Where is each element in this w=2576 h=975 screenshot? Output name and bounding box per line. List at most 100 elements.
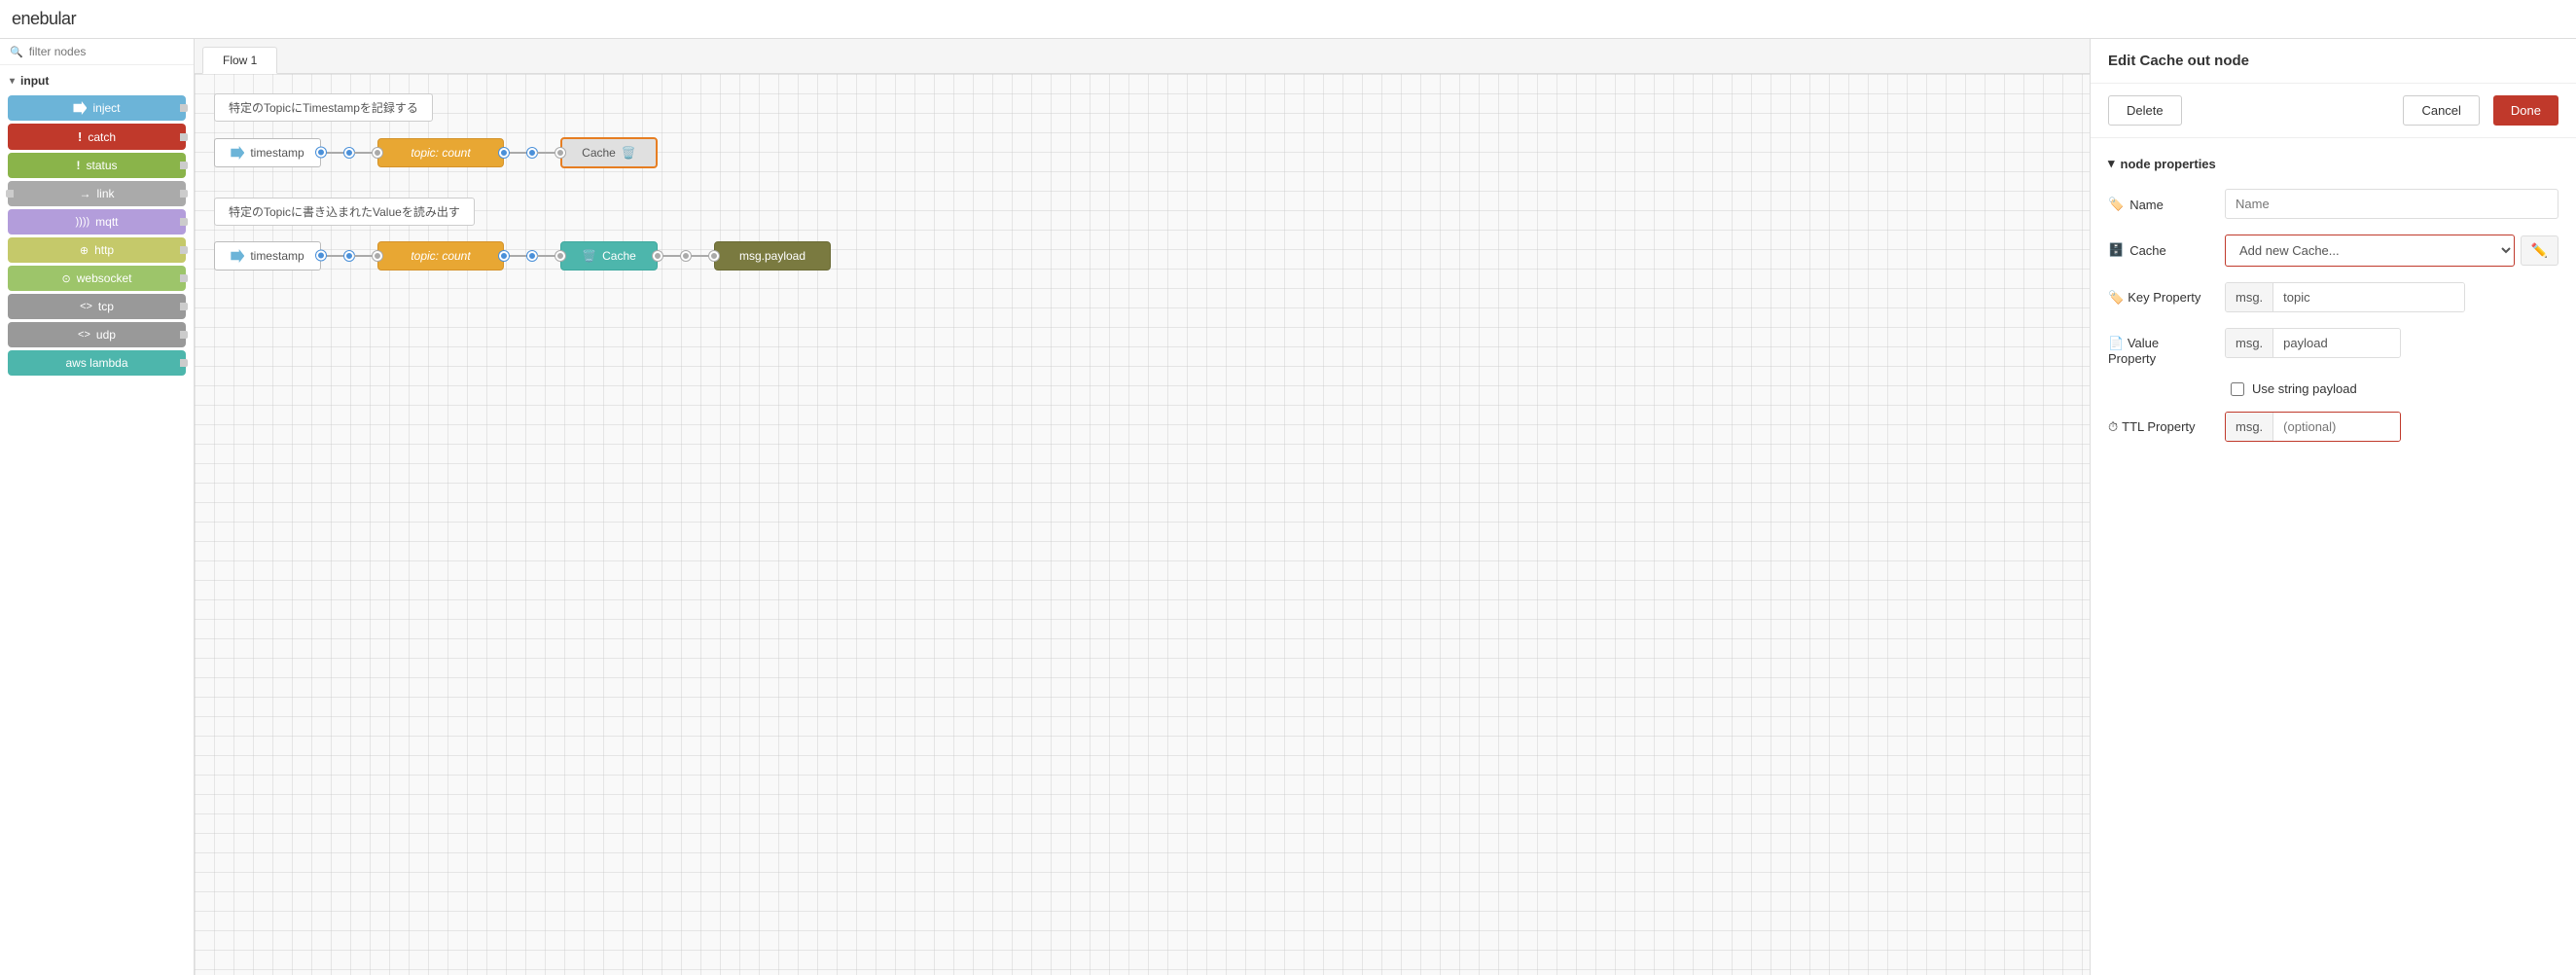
flow2-timestamp-right-port	[316, 249, 326, 264]
done-button[interactable]: Done	[2493, 95, 2558, 126]
props-section-header: ▾ node properties	[2108, 156, 2558, 171]
awslambda-right-port	[180, 359, 188, 367]
cache-left-port	[555, 148, 565, 158]
search-icon: 🔍	[10, 46, 23, 58]
flow1-conn2	[504, 148, 560, 158]
flow1-func-node[interactable]: topic: count	[377, 138, 504, 167]
flow1-cache-label: Cache	[582, 146, 616, 160]
props-section-label: node properties	[2121, 157, 2216, 171]
flow2-func-node[interactable]: topic: count	[377, 241, 504, 271]
top-bar: enebular	[0, 0, 2576, 39]
func-right-port	[499, 148, 509, 158]
string-payload-checkbox[interactable]	[2231, 382, 2244, 396]
cache-row: Add new Cache... ✏️	[2225, 235, 2558, 267]
cancel-button[interactable]: Cancel	[2403, 95, 2479, 126]
flow2-conn3	[658, 251, 714, 261]
awslambda-node-label: aws lambda	[8, 350, 186, 376]
flow2-msg-wrap: msg.payload	[714, 241, 831, 271]
tcp-node-label: <> tcp	[8, 294, 186, 319]
tcp-right-port	[180, 303, 188, 310]
flow1-timestamp-right-port	[316, 146, 326, 161]
delete-button[interactable]: Delete	[2108, 95, 2182, 126]
sidebar-item-http[interactable]: ⊕ http	[8, 237, 186, 263]
flow1-label: 特定のTopicにTimestampを記録する	[214, 93, 433, 122]
flow1-timestamp-wrap: timestamp	[214, 138, 321, 167]
cache-select[interactable]: Add new Cache...	[2225, 235, 2515, 267]
value-prop-row: 📄 Value Property msg.	[2108, 328, 2558, 366]
sidebar-item-catch[interactable]: ! catch	[8, 124, 186, 150]
conn-dot	[344, 148, 354, 158]
sidebar-item-awslambda[interactable]: aws lambda	[8, 350, 186, 376]
sidebar-item-status[interactable]: ! status	[8, 153, 186, 178]
value-input-group: msg.	[2225, 328, 2401, 358]
canvas-area: Flow 1 特定のTopicにTimestampを記録する timestamp	[195, 39, 2090, 975]
mqtt-node-label: )))) mqtt	[8, 209, 186, 235]
node-properties: ▾ node properties 🏷️ Name 🗄️ Cache	[2091, 138, 2576, 475]
cache-trash-icon: 🗑️	[622, 146, 636, 160]
main-layout: 🔍 ▾ input inject ! catch	[0, 39, 2576, 975]
app-logo: enebular	[12, 9, 76, 29]
conn-dot2	[527, 148, 537, 158]
name-input[interactable]	[2225, 189, 2558, 219]
cache-prop-row: 🗄️ Cache Add new Cache... ✏️	[2108, 235, 2558, 267]
cache-label: 🗄️ Cache	[2108, 235, 2225, 258]
section-header-input[interactable]: ▾ input	[0, 69, 194, 92]
ttl-prop-label: ⏱ TTL Property	[2108, 419, 2225, 435]
section-title: input	[20, 74, 49, 88]
inject-node-label: inject	[8, 95, 186, 121]
sidebar-item-link[interactable]: → link	[8, 181, 186, 206]
flow2-timestamp-wrap: timestamp	[214, 241, 321, 271]
link-right-port	[180, 190, 188, 198]
flow1-func-wrap: topic: count	[377, 138, 504, 167]
cache2-left-port	[555, 251, 565, 261]
value-prop-label: 📄 Value Property	[2108, 328, 2225, 366]
flow1-cache-wrap: Cache 🗑️	[560, 137, 658, 168]
sidebar-item-tcp[interactable]: <> tcp	[8, 294, 186, 319]
flow1-cache-node[interactable]: Cache 🗑️	[560, 137, 658, 168]
sidebar-item-mqtt[interactable]: )))) mqtt	[8, 209, 186, 235]
flow-section-1: 特定のTopicにTimestampを記録する timestamp	[214, 93, 2070, 168]
flow2-msg-node[interactable]: msg.payload	[714, 241, 831, 271]
port-dot	[316, 148, 326, 158]
flow1-timestamp-label: timestamp	[250, 146, 304, 160]
key-tag-icon: 🏷️	[2108, 290, 2124, 306]
func2-right-port	[499, 251, 509, 261]
canvas[interactable]: 特定のTopicにTimestampを記録する timestamp	[195, 74, 2090, 975]
status-node-label: ! status	[8, 153, 186, 178]
chevron-icon: ▾	[10, 76, 15, 87]
link-left-port	[6, 190, 14, 198]
sidebar-item-websocket[interactable]: ⊙ websocket	[8, 266, 186, 291]
mqtt-right-port	[180, 218, 188, 226]
cache2-right-port	[653, 251, 662, 261]
flow2-cache-node[interactable]: 🗑️ Cache	[560, 241, 658, 271]
filter-nodes-input[interactable]	[29, 45, 184, 58]
right-panel: Edit Cache out node Delete Cancel Done ▾…	[2090, 39, 2576, 975]
cache-edit-button[interactable]: ✏️	[2521, 235, 2558, 266]
sidebar-item-udp[interactable]: <> udp	[8, 322, 186, 347]
func-left-port	[373, 148, 382, 158]
key-prop-label: 🏷️ Key Property	[2108, 290, 2225, 306]
cache-stack-icon: 🗄️	[2108, 242, 2124, 258]
flow2-cache-wrap: 🗑️ Cache	[560, 241, 658, 271]
panel-title: Edit Cache out node	[2091, 39, 2576, 84]
ttl-prop-row: ⏱ TTL Property msg.	[2108, 412, 2558, 442]
timestamp-arrow-icon	[231, 146, 244, 160]
sidebar-item-inject[interactable]: inject	[8, 95, 186, 121]
flow2-label: 特定のTopicに書き込まれたValueを読み出す	[214, 198, 475, 226]
ttl-input-group: msg.	[2225, 412, 2401, 442]
flow2-row: timestamp topi	[214, 241, 2070, 271]
key-field[interactable]	[2273, 283, 2464, 311]
flow1-timestamp-node[interactable]: timestamp	[214, 138, 321, 167]
flow1-conn1	[321, 148, 377, 158]
value-field[interactable]	[2273, 329, 2400, 357]
tab-flow1[interactable]: Flow 1	[202, 47, 277, 74]
flow1-row: timestamp topi	[214, 137, 2070, 168]
flow2-timestamp-node[interactable]: timestamp	[214, 241, 321, 271]
cache2-icon: 🗑️	[582, 249, 596, 263]
port-dot2	[316, 251, 326, 261]
checkbox-row: Use string payload	[2108, 381, 2558, 396]
udp-right-port	[180, 331, 188, 339]
status-right-port	[180, 162, 188, 169]
ttl-field[interactable]	[2273, 413, 2400, 441]
name-prop-row: 🏷️ Name	[2108, 189, 2558, 219]
